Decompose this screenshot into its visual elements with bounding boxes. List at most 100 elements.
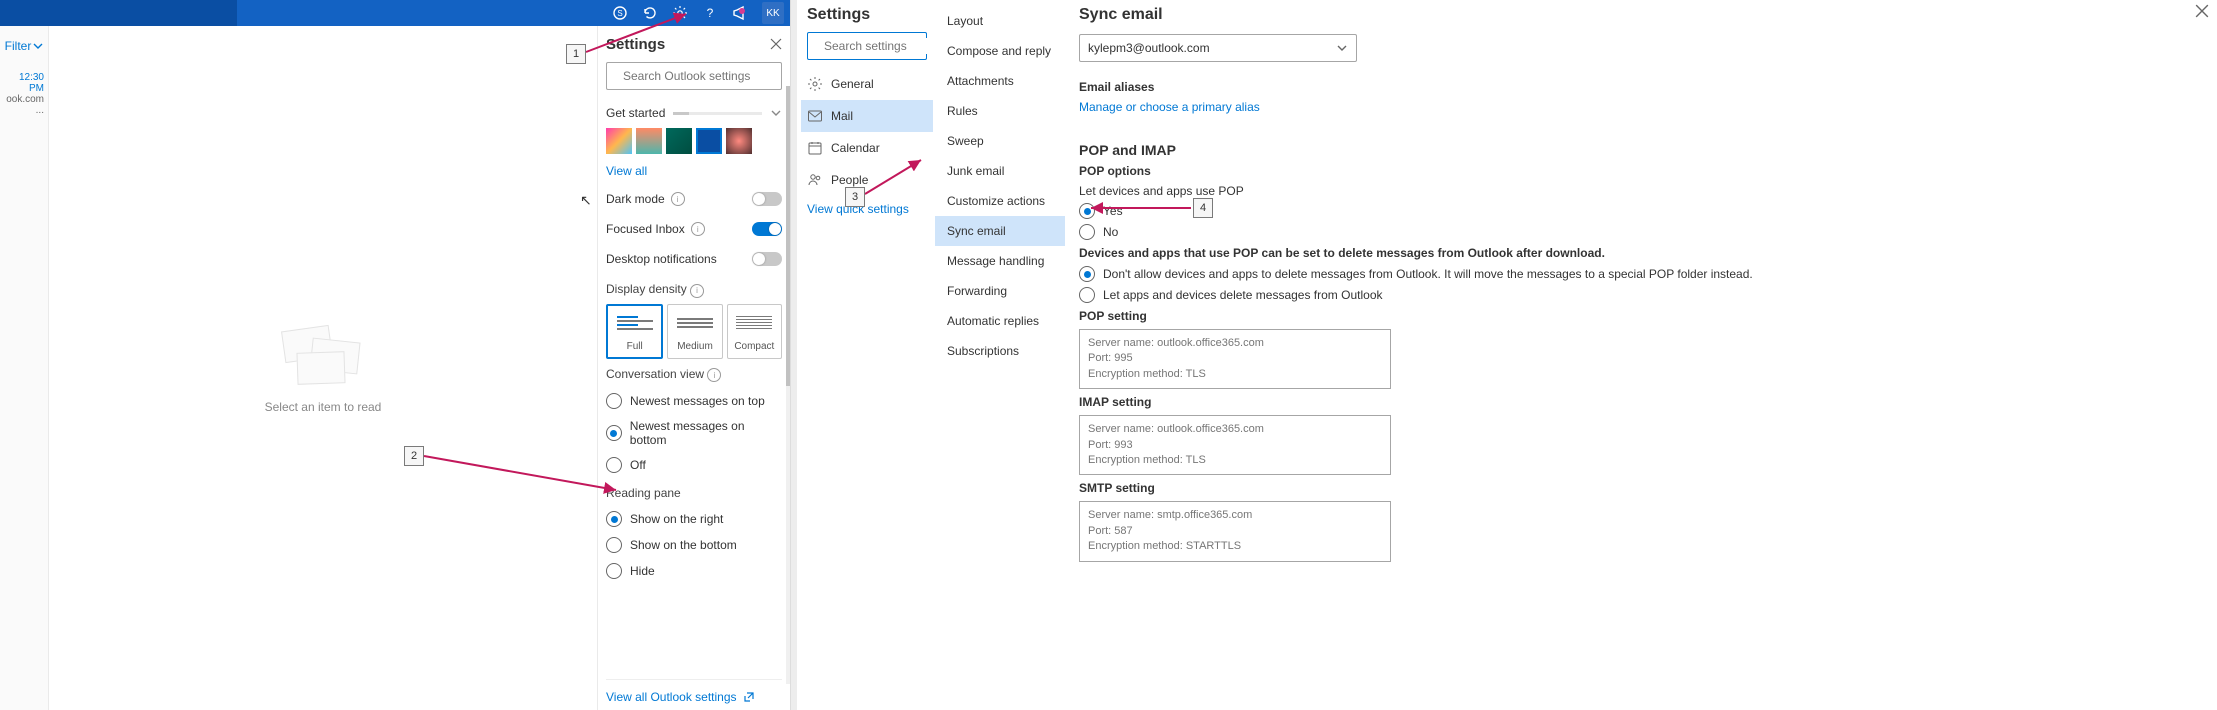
avatar[interactable]: KK xyxy=(762,2,784,24)
imap-setting-box: Server name: outlook.office365.com Port:… xyxy=(1079,415,1391,475)
smtp-setting-heading: SMTP setting xyxy=(1079,481,2197,495)
settings-nav: Settings General Mail Calendar People Vi… xyxy=(791,0,935,710)
pop-let-delete[interactable]: Let apps and devices delete messages fro… xyxy=(1079,287,2197,303)
display-density-label: Display density xyxy=(606,282,687,296)
theme-swatch[interactable] xyxy=(696,128,722,154)
get-started-progress xyxy=(673,112,762,115)
people-icon xyxy=(807,172,823,188)
pop-dont-allow-delete[interactable]: Don't allow devices and apps to delete m… xyxy=(1079,266,2197,282)
pop-yes[interactable]: Yes xyxy=(1079,203,2197,219)
info-icon[interactable]: i xyxy=(691,222,705,236)
search-outlook-settings[interactable] xyxy=(606,62,782,90)
scrollbar[interactable] xyxy=(786,86,790,684)
sub-forwarding[interactable]: Forwarding xyxy=(935,276,1065,306)
reading-bottom[interactable]: Show on the bottom xyxy=(606,537,782,553)
close-icon[interactable] xyxy=(770,38,782,50)
mail-subnav: Layout Compose and reply Attachments Rul… xyxy=(935,0,1065,710)
desktop-notifications-toggle[interactable] xyxy=(752,252,782,266)
reading-pane: Select an item to read ↖ xyxy=(49,26,597,710)
scrollbar[interactable] xyxy=(791,0,797,710)
quick-settings-panel: Settings Get started xyxy=(597,26,790,710)
callout-1: 1 xyxy=(566,44,586,64)
reading-pane-label: Reading pane xyxy=(606,486,782,500)
sub-junk[interactable]: Junk email xyxy=(935,156,1065,186)
focused-inbox-label: Focused Inbox xyxy=(606,222,685,236)
sync-email-pane: Sync email kylepm3@outlook.com Email ali… xyxy=(1065,0,2217,710)
arrow-to-view-all xyxy=(420,452,620,496)
pop-delete-heading: Devices and apps that use POP can be set… xyxy=(1079,246,2197,260)
let-devices-label: Let devices and apps use POP xyxy=(1079,184,2197,198)
sub-attachments[interactable]: Attachments xyxy=(935,66,1065,96)
pop-no[interactable]: No xyxy=(1079,224,2197,240)
settings-title: Settings xyxy=(807,6,927,24)
sub-compose[interactable]: Compose and reply xyxy=(935,36,1065,66)
callout-3: 3 xyxy=(845,187,865,207)
empty-illustration xyxy=(283,322,363,382)
view-all-themes-link[interactable]: View all xyxy=(606,164,782,178)
info-icon[interactable]: i xyxy=(690,284,704,298)
reading-right[interactable]: Show on the right xyxy=(606,511,782,527)
theme-swatch[interactable] xyxy=(666,128,692,154)
conv-off[interactable]: Off xyxy=(606,457,782,473)
sub-sync-email[interactable]: Sync email xyxy=(935,216,1065,246)
imap-setting-heading: IMAP setting xyxy=(1079,395,2197,409)
sync-email-title: Sync email xyxy=(1079,6,2197,24)
conversation-view-label: Conversation view xyxy=(606,367,704,381)
message-item[interactable]: 12:30 PM ook.com ... xyxy=(0,66,48,122)
account-dropdown[interactable]: kylepm3@outlook.com xyxy=(1079,34,1357,62)
arrow-to-gear xyxy=(582,8,702,58)
info-icon[interactable]: i xyxy=(707,368,721,382)
filter-button[interactable]: Filter xyxy=(0,26,48,66)
calendar-icon xyxy=(807,140,823,156)
arrow-to-sync xyxy=(861,156,925,198)
view-all-outlook-settings-link[interactable]: View all Outlook settings xyxy=(606,679,782,710)
settings-search[interactable] xyxy=(807,32,927,60)
help-icon[interactable]: ? xyxy=(702,5,718,21)
nav-general[interactable]: General xyxy=(801,68,933,100)
mail-icon xyxy=(807,108,823,124)
density-medium[interactable]: Medium xyxy=(667,304,722,359)
pop-setting-heading: POP setting xyxy=(1079,309,2197,323)
pop-setting-box: Server name: outlook.office365.com Port:… xyxy=(1079,329,1391,389)
info-icon[interactable]: i xyxy=(671,192,685,206)
density-full[interactable]: Full xyxy=(606,304,663,359)
smtp-setting-box: Server name: smtp.office365.com Port: 58… xyxy=(1079,501,1391,561)
reading-prompt: Select an item to read xyxy=(265,400,382,414)
cursor-icon: ↖ xyxy=(580,192,592,209)
sub-layout[interactable]: Layout xyxy=(935,6,1065,36)
chevron-down-icon[interactable] xyxy=(770,107,782,119)
external-link-icon xyxy=(743,691,755,703)
sub-subscriptions[interactable]: Subscriptions xyxy=(935,336,1065,366)
manage-aliases-link[interactable]: Manage or choose a primary alias xyxy=(1079,100,2197,114)
callout-4: 4 xyxy=(1193,198,1213,218)
view-quick-settings-link[interactable]: View quick settings xyxy=(807,202,927,216)
theme-picker xyxy=(606,128,782,154)
dark-mode-toggle[interactable] xyxy=(752,192,782,206)
focused-inbox-toggle[interactable] xyxy=(752,222,782,236)
get-started-label: Get started xyxy=(606,106,665,120)
callout-2: 2 xyxy=(404,446,424,466)
search-input[interactable] xyxy=(621,68,780,84)
desktop-notifications-label: Desktop notifications xyxy=(606,252,717,266)
chevron-down-icon xyxy=(1336,42,1348,54)
theme-swatch[interactable] xyxy=(606,128,632,154)
reading-hide[interactable]: Hide xyxy=(606,563,782,579)
theme-swatch[interactable] xyxy=(726,128,752,154)
nav-mail[interactable]: Mail xyxy=(801,100,933,132)
theme-swatch[interactable] xyxy=(636,128,662,154)
arrow-to-yes xyxy=(1087,202,1195,214)
sub-customize[interactable]: Customize actions xyxy=(935,186,1065,216)
conv-newest-top[interactable]: Newest messages on top xyxy=(606,393,782,409)
sub-message-handling[interactable]: Message handling xyxy=(935,246,1065,276)
close-icon[interactable] xyxy=(2195,4,2209,18)
pop-options-heading: POP options xyxy=(1079,164,2197,178)
sub-auto-replies[interactable]: Automatic replies xyxy=(935,306,1065,336)
pop-imap-heading: POP and IMAP xyxy=(1079,142,2197,158)
email-aliases-heading: Email aliases xyxy=(1079,80,2197,94)
density-compact[interactable]: Compact xyxy=(727,304,782,359)
message-list-column: Filter 12:30 PM ook.com ... xyxy=(0,26,49,710)
conv-newest-bottom[interactable]: Newest messages on bottom xyxy=(606,419,782,447)
megaphone-icon[interactable] xyxy=(732,5,748,21)
sub-sweep[interactable]: Sweep xyxy=(935,126,1065,156)
sub-rules[interactable]: Rules xyxy=(935,96,1065,126)
